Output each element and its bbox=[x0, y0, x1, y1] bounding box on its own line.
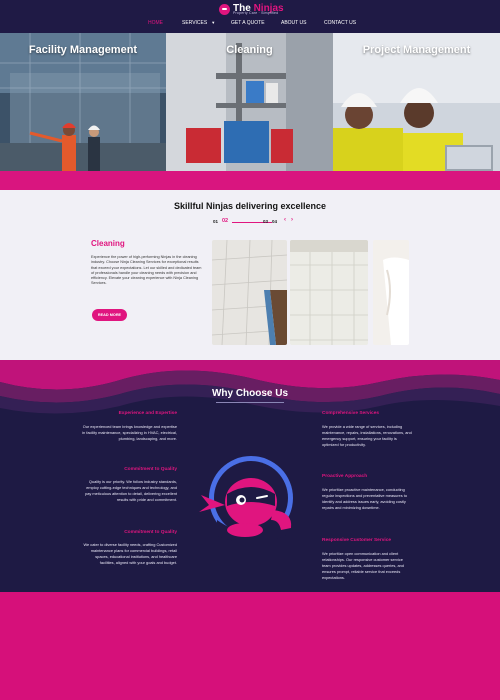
why-title: Why Choose Us bbox=[211, 388, 289, 399]
pager-num-03[interactable]: 03 bbox=[263, 219, 268, 224]
feature-heading: Proactive Approach bbox=[322, 474, 368, 479]
top-nav: The Ninjas Property Care · Simplified HO… bbox=[0, 0, 500, 33]
hero-panel-cleaning[interactable]: Cleaning bbox=[166, 33, 333, 171]
logo-tagline: Property Care · Simplified bbox=[233, 11, 279, 15]
nav-about-us[interactable]: ABOUT US bbox=[281, 20, 306, 26]
services-title: Skillful Ninjas delivering excellence bbox=[173, 201, 327, 211]
feature-text: Our experienced team brings knowledge an… bbox=[82, 424, 177, 441]
feature-heading: Responsive Customer Service bbox=[322, 538, 392, 543]
gallery-photo-2[interactable] bbox=[290, 240, 368, 345]
pager-num-01[interactable]: 01 bbox=[213, 219, 218, 224]
hero-panel-project[interactable]: Project Management bbox=[333, 33, 500, 171]
feature-heading: Comprehensive Services bbox=[322, 411, 380, 416]
nav-get-a-quote[interactable]: GET A QUOTE bbox=[231, 20, 265, 26]
service-description: Experience the power of high-performing … bbox=[91, 255, 202, 286]
service-title: Cleaning bbox=[91, 239, 125, 248]
gallery-photo-3[interactable] bbox=[373, 240, 409, 345]
pager-num-current[interactable]: 02 bbox=[222, 218, 228, 224]
hero-title-cleaning: Cleaning bbox=[226, 44, 273, 56]
ninja-mascot-icon bbox=[199, 456, 293, 543]
hero-panel-facility[interactable]: Facility Management bbox=[0, 33, 166, 171]
hero-title-facility: Facility Management bbox=[28, 44, 138, 56]
nav-services[interactable]: SERVICES ▼ bbox=[182, 20, 215, 26]
footer-pink-band bbox=[0, 592, 500, 700]
feature-text: We cater to diverse facility needs, craf… bbox=[83, 542, 177, 565]
gallery-photo-1[interactable] bbox=[212, 240, 287, 345]
main-menu: HOME SERVICES ▼ GET A QUOTE ABOUT US CONT… bbox=[0, 20, 500, 28]
prev-arrow-icon[interactable]: ‹ bbox=[284, 217, 286, 223]
feature-text: We prioritize open communication and cli… bbox=[322, 551, 404, 580]
hero-slider: Facility Management Cleaning Project Man… bbox=[0, 33, 500, 171]
feature-text: We prioritize proactive maintenance, con… bbox=[322, 487, 407, 510]
services-section: Skillful Ninjas delivering excellence 01… bbox=[0, 190, 500, 360]
feature-heading: Experience and Expertise bbox=[118, 411, 177, 416]
next-arrow-icon[interactable]: › bbox=[291, 217, 293, 223]
pager-num-04[interactable]: 04 bbox=[272, 219, 277, 224]
nav-contact-us[interactable]: CONTACT US bbox=[324, 20, 356, 26]
nav-home[interactable]: HOME bbox=[148, 20, 163, 26]
hero-title-project: Project Management bbox=[362, 44, 471, 56]
feature-text: Quality is our priority. We follow indus… bbox=[85, 479, 177, 502]
feature-text: We provide a wide range of services, inc… bbox=[322, 424, 412, 447]
why-choose-us-section: Why Choose Us Experience and Expertise O… bbox=[0, 360, 500, 592]
pink-divider-band bbox=[0, 171, 500, 190]
slider-pager: 01 02 03 04 ‹ › bbox=[213, 217, 303, 227]
feature-heading: Commitment to Quality bbox=[124, 530, 177, 535]
ninja-logo-icon bbox=[219, 3, 230, 15]
feature-heading: Commitment to Quality bbox=[124, 467, 177, 472]
chevron-down-icon: ▼ bbox=[211, 20, 216, 25]
read-more-button[interactable]: READ MORE bbox=[92, 309, 127, 321]
why-title-underline bbox=[216, 402, 284, 403]
